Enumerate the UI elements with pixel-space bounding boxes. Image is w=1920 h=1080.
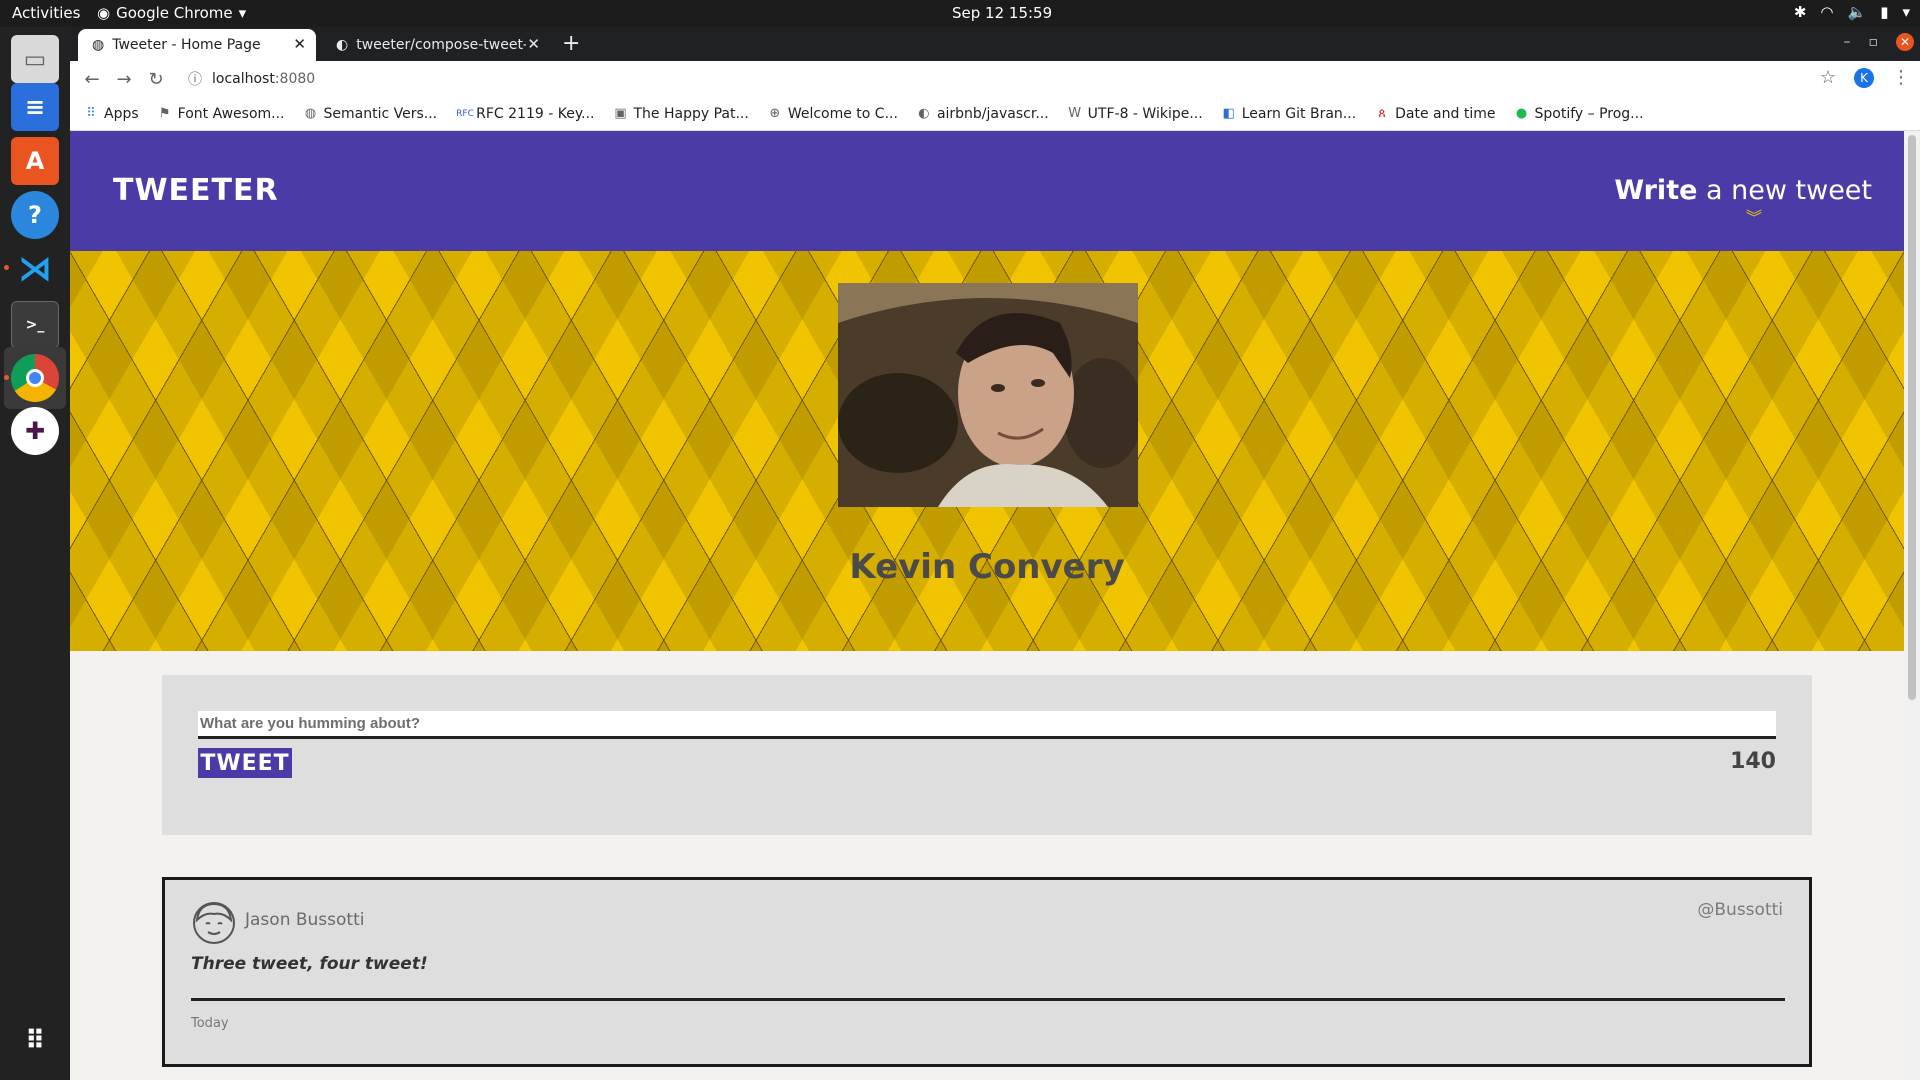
bookmark-item[interactable]: ● Spotify – Prog... bbox=[1514, 106, 1644, 122]
tweet-card: Jason Bussotti @Bussotti Three tweet, fo… bbox=[162, 877, 1812, 1067]
globe-icon: ◍ bbox=[304, 106, 317, 121]
compass-icon: ⊕ bbox=[769, 106, 781, 121]
chrome-small-icon: ◉ bbox=[97, 4, 111, 22]
app-menu[interactable]: ◉ Google Chrome ▾ bbox=[97, 4, 246, 22]
tweet-timestamp: Today bbox=[191, 1016, 229, 1031]
close-tab-icon[interactable]: ✕ bbox=[527, 35, 540, 53]
page-icon: ▣ bbox=[614, 106, 627, 121]
double-chevron-down-icon[interactable]: ︾ bbox=[1746, 204, 1762, 228]
close-window-icon[interactable]: ✕ bbox=[1896, 33, 1914, 51]
profile-photo bbox=[838, 283, 1138, 507]
globe-icon: ◍ bbox=[92, 37, 105, 53]
system-top-bar: Activities ◉ Google Chrome ▾ Sep 12 15:5… bbox=[0, 0, 1920, 27]
new-tab-button[interactable]: + bbox=[562, 31, 580, 56]
tweet-author-handle: @Bussotti bbox=[1697, 900, 1783, 920]
bookmark-star-icon[interactable]: ☆ bbox=[1820, 67, 1836, 88]
window-controls: – ▫ ✕ bbox=[1844, 33, 1914, 51]
bookmark-item[interactable]: ⊕ Welcome to C... bbox=[768, 106, 898, 122]
bookmark-item[interactable]: ▣ The Happy Pat... bbox=[613, 106, 749, 122]
reload-icon[interactable]: ↻ bbox=[140, 69, 172, 90]
caret-down-icon: ▾ bbox=[238, 4, 247, 22]
url-port: :8080 bbox=[274, 71, 316, 87]
new-tweet-form: TWEET 140 bbox=[162, 675, 1812, 835]
tweet-button[interactable]: TWEET bbox=[198, 748, 292, 778]
app-menu-label: Google Chrome bbox=[116, 4, 233, 22]
bookmark-item[interactable]: ⠿ Apps bbox=[84, 106, 138, 122]
bookmark-item[interactable]: ጰ Date and time bbox=[1375, 106, 1495, 122]
tweet-divider bbox=[191, 998, 1785, 1001]
chrome-icon[interactable] bbox=[11, 354, 59, 402]
software-center-icon[interactable]: A bbox=[11, 137, 59, 185]
terminal-icon[interactable]: >_ bbox=[11, 301, 59, 349]
avatar bbox=[193, 902, 235, 944]
tab-strip: ◍ Tweeter - Home Page ✕ ◐ tweeter/compos… bbox=[70, 27, 1920, 61]
compose-rest-text: a new tweet bbox=[1697, 175, 1872, 206]
profile-avatar[interactable]: K bbox=[1854, 67, 1874, 88]
figure-icon: ጰ bbox=[1378, 106, 1387, 121]
url-host: localhost bbox=[212, 71, 275, 87]
rfc-icon: RFC bbox=[456, 108, 474, 119]
char-counter: 140 bbox=[1730, 749, 1776, 774]
tweet-content: Three tweet, four tweet! bbox=[191, 954, 428, 974]
compose-bold-text: Write bbox=[1614, 175, 1698, 206]
bookmark-item[interactable]: ⚑ Font Awesom... bbox=[158, 106, 285, 122]
maximize-icon[interactable]: ▫ bbox=[1869, 34, 1879, 50]
bookmark-item[interactable]: RFC RFC 2119 - Key... bbox=[456, 106, 594, 122]
profile-name: Kevin Convery bbox=[849, 547, 1125, 587]
more-menu-icon[interactable]: ⋮ bbox=[1892, 67, 1910, 88]
github-icon: ◐ bbox=[918, 106, 930, 121]
wifi-icon[interactable]: ◠ bbox=[1820, 3, 1833, 21]
scrollbar-thumb[interactable] bbox=[1908, 135, 1916, 700]
git-icon: ◧ bbox=[1222, 106, 1235, 121]
volume-icon[interactable]: 🔈 bbox=[1848, 3, 1867, 21]
github-icon: ◐ bbox=[336, 37, 349, 53]
apps-grid-icon: ⠿ bbox=[86, 106, 96, 121]
activities-button[interactable]: Activities bbox=[12, 4, 80, 22]
slack-icon[interactable]: ✚ bbox=[11, 407, 59, 455]
vscode-icon[interactable]: ⋊ bbox=[11, 245, 59, 293]
bookmark-item[interactable]: ◍ Semantic Vers... bbox=[304, 106, 437, 122]
system-tray[interactable]: ✱ ◠ 🔈 ▮ ▾ bbox=[1794, 3, 1910, 21]
show-apps-icon[interactable]: ⠿ bbox=[11, 1017, 59, 1065]
slack-tray-icon[interactable]: ✱ bbox=[1794, 3, 1807, 21]
site-logo[interactable]: TWEETER bbox=[113, 173, 279, 208]
system-clock[interactable]: Sep 12 15:59 bbox=[952, 4, 1052, 22]
page-viewport: TWEETER Write a new tweet ︾ Kevin Conver… bbox=[70, 131, 1904, 1080]
tab-title: Tweeter - Home Page bbox=[112, 37, 261, 53]
info-icon: ⓘ bbox=[188, 72, 202, 88]
flag-icon: ⚑ bbox=[158, 106, 171, 121]
battery-icon[interactable]: ▮ bbox=[1880, 3, 1888, 21]
spotify-icon: ● bbox=[1515, 106, 1528, 121]
url-field[interactable]: ⓘ localhost:8080 bbox=[188, 69, 315, 89]
forward-icon[interactable]: → bbox=[108, 69, 140, 90]
bookmark-item[interactable]: ◐ airbnb/javascr... bbox=[917, 106, 1048, 122]
writer-icon[interactable]: ≡ bbox=[11, 83, 59, 131]
bookmarks-bar: ⠿ Apps ⚑ Font Awesom... ◍ Semantic Vers... … bbox=[70, 97, 1920, 131]
tab-tweeter-home[interactable]: ◍ Tweeter - Home Page ✕ bbox=[78, 29, 316, 61]
tab-github-compose[interactable]: ◐ tweeter/compose-tweet- ✕ bbox=[322, 29, 550, 61]
help-icon[interactable]: ? bbox=[11, 191, 59, 239]
address-bar-row: ← → ↻ ⓘ localhost:8080 ☆ K ⋮ bbox=[70, 61, 1920, 97]
site-nav: TWEETER Write a new tweet ︾ bbox=[70, 131, 1904, 251]
application-dock: ▭ ≡ A ? ⋊ >_ ✚ ⠿ bbox=[0, 27, 70, 1080]
compose-toggle[interactable]: Write a new tweet ︾ bbox=[1614, 175, 1872, 228]
tab-title: tweeter/compose-tweet- bbox=[356, 37, 527, 53]
profile-header: Kevin Convery bbox=[70, 251, 1904, 651]
back-icon[interactable]: ← bbox=[76, 69, 108, 90]
caret-down-icon[interactable]: ▾ bbox=[1902, 3, 1910, 21]
files-icon[interactable]: ▭ bbox=[11, 35, 59, 83]
bookmark-item[interactable]: ◧ Learn Git Bran... bbox=[1222, 106, 1357, 122]
close-tab-icon[interactable]: ✕ bbox=[293, 35, 306, 53]
wikipedia-icon: W bbox=[1068, 106, 1082, 121]
bookmark-item[interactable]: W UTF-8 - Wikipe... bbox=[1068, 106, 1202, 122]
minimize-icon[interactable]: – bbox=[1844, 34, 1851, 50]
page-scrollbar[interactable] bbox=[1904, 131, 1920, 1080]
browser-window: ◍ Tweeter - Home Page ✕ ◐ tweeter/compos… bbox=[70, 27, 1920, 131]
tweet-author-name: Jason Bussotti bbox=[245, 910, 365, 930]
tweet-textarea[interactable] bbox=[198, 711, 1776, 739]
